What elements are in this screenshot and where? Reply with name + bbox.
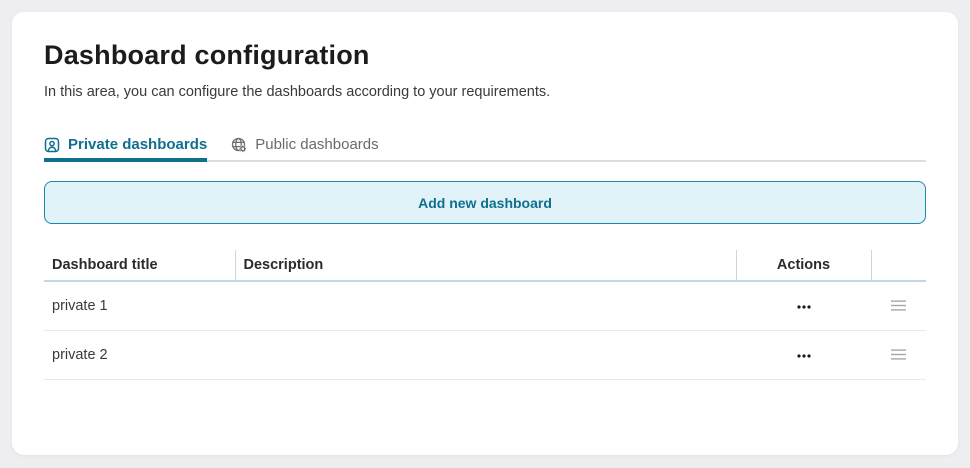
dashboards-table: Dashboard title Description Actions priv… <box>44 250 926 380</box>
tab-private-dashboards[interactable]: Private dashboards <box>44 136 208 162</box>
add-new-dashboard-button[interactable]: Add new dashboard <box>44 181 926 224</box>
globe-gear-icon <box>231 137 247 153</box>
dashboard-title-cell: private 1 <box>44 281 235 331</box>
drag-handle-icon[interactable] <box>886 296 911 315</box>
row-actions-menu-button[interactable] <box>789 349 819 363</box>
column-header-actions: Actions <box>736 250 872 282</box>
dashboard-title-cell: private 2 <box>44 330 235 380</box>
tab-label-public: Public dashboards <box>255 136 379 153</box>
column-header-dashboard-title: Dashboard title <box>44 250 236 282</box>
dashboard-tabs: Private dashboards Public dashboards <box>44 136 926 162</box>
drag-handle-icon[interactable] <box>886 345 911 364</box>
ellipsis-icon <box>796 305 811 309</box>
tab-label-private: Private dashboards <box>68 136 208 153</box>
table-header-row: Dashboard title Description Actions <box>44 250 926 282</box>
table-row: private 2 <box>44 330 926 380</box>
tab-public-dashboards[interactable]: Public dashboards <box>231 136 379 162</box>
description-cell <box>235 330 736 380</box>
page-title: Dashboard configuration <box>44 40 370 70</box>
row-actions-menu-button[interactable] <box>789 300 819 314</box>
user-badge-icon <box>44 137 60 153</box>
column-header-empty <box>871 250 926 282</box>
dashboard-config-card: Dashboard configuration In this area, yo… <box>12 12 958 455</box>
table-row: private 1 <box>44 281 926 331</box>
column-header-description: Description <box>235 250 737 282</box>
ellipsis-icon <box>796 354 811 358</box>
description-cell <box>235 281 736 331</box>
page-subtitle: In this area, you can configure the dash… <box>44 84 551 100</box>
